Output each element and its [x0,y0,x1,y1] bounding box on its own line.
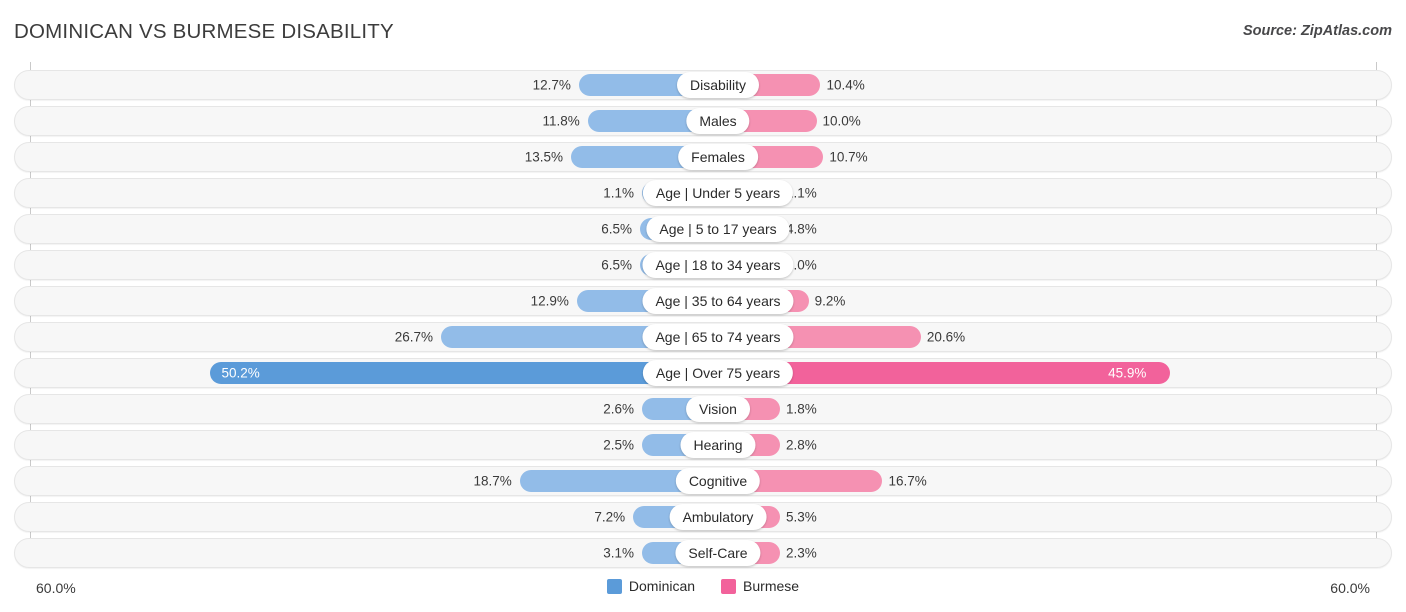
value-label-burmese: 45.9% [1108,365,1147,381]
table-row[interactable]: 50.2% 45.9% Age | Over 75 years [14,358,1392,388]
table-row[interactable]: 12.9% 9.2% Age | 35 to 64 years [14,286,1392,316]
value-label-burmese: 9.2% [814,293,846,309]
category-label: Males [686,108,750,134]
value-label-burmese: 10.0% [822,113,861,129]
table-row[interactable]: 6.5% 4.8% Age | 5 to 17 years [14,214,1392,244]
category-label: Ambulatory [669,504,767,530]
value-label-dominican: 11.8% [542,113,580,129]
legend-swatch-burmese [721,578,737,594]
category-label: Age | Over 75 years [642,360,794,386]
page-title: DOMINICAN VS BURMESE DISABILITY [14,20,394,43]
category-label: Cognitive [675,468,761,494]
legend-item[interactable]: Dominican [606,578,696,594]
value-label-burmese: 4.8% [786,221,817,237]
value-label-dominican: 6.5% [601,221,632,237]
value-label-burmese: 16.7% [888,473,927,489]
chart-header: DOMINICAN VS BURMESE DISABILITY Source: … [0,0,1406,62]
value-label-burmese: 1.8% [786,401,817,417]
value-label-dominican: 26.7% [394,329,434,345]
value-label-dominican: 12.9% [530,293,569,309]
table-row[interactable]: 1.1% 1.1% Age | Under 5 years [14,178,1392,208]
category-label: Females [678,144,758,170]
category-label: Age | 5 to 17 years [646,216,790,242]
category-label: Vision [686,396,750,422]
value-label-dominican: 7.2% [594,509,626,525]
source-attribution: Source: ZipAtlas.com [1242,23,1392,39]
value-label-dominican: 50.2% [221,365,260,381]
chart-legend: Dominican Burmese [0,578,1406,594]
value-label-dominican: 3.1% [603,545,634,561]
legend-label: Dominican [628,578,696,594]
table-row[interactable]: 2.6% 1.8% Vision [14,394,1392,424]
table-row[interactable]: 26.7% 20.6% Age | 65 to 74 years [14,322,1392,352]
category-label: Age | 18 to 34 years [642,252,794,278]
category-label: Self-Care [675,540,761,566]
category-label: Age | 35 to 64 years [642,288,794,314]
value-label-burmese: 10.7% [829,149,868,165]
chart-rows: 12.7% 10.4% Disability 11.8% 10.0% Males 13.5%… [0,62,1406,570]
legend-label: Burmese [743,578,800,594]
table-row[interactable]: 12.7% 10.4% Disability [14,70,1392,100]
value-label-burmese: 2.8% [786,437,817,453]
category-label: Age | Under 5 years [642,180,794,206]
legend-swatch-dominican [606,578,622,594]
value-label-dominican: 2.5% [603,437,634,453]
table-row[interactable]: 13.5% 10.7% Females [14,142,1392,172]
table-row[interactable]: 7.2% 5.3% Ambulatory [14,502,1392,532]
legend-item[interactable]: Burmese [721,578,799,594]
category-label: Age | 65 to 74 years [642,324,794,350]
value-label-dominican: 13.5% [524,149,564,165]
value-label-burmese: 2.3% [786,545,817,561]
category-label: Hearing [680,432,756,458]
value-label-burmese: 20.6% [926,329,966,345]
value-label-dominican: 12.7% [532,77,571,93]
chart-footer: 60.0% 60.0% Dominican Burmese [0,570,1406,612]
category-label: Disability [676,72,760,98]
table-row[interactable]: 11.8% 10.0% Males [14,106,1392,136]
chart-plot-area: 12.7% 10.4% Disability 11.8% 10.0% Males 13.5%… [0,62,1406,570]
value-label-dominican: 6.5% [601,257,632,273]
table-row[interactable]: 18.7% 16.7% Cognitive [14,466,1392,496]
value-label-dominican: 1.1% [603,185,634,201]
table-row[interactable]: 6.5% 6.0% Age | 18 to 34 years [14,250,1392,280]
table-row[interactable]: 3.1% 2.3% Self-Care [14,538,1392,568]
table-row[interactable]: 2.5% 2.8% Hearing [14,430,1392,460]
value-label-burmese: 5.3% [786,509,817,525]
value-label-dominican: 18.7% [473,473,512,489]
value-label-burmese: 10.4% [826,77,865,93]
value-label-dominican: 2.6% [603,401,634,417]
bar-dominican[interactable] [209,362,704,384]
